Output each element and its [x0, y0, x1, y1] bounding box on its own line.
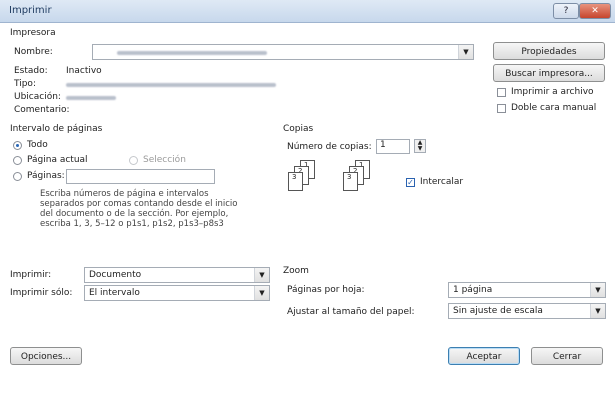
- chevron-down-icon: ▼: [458, 45, 473, 59]
- pages-help-line: Escriba números de página e intervalos: [40, 189, 209, 199]
- cancel-button[interactable]: Cerrar: [531, 347, 603, 365]
- scale-label: Ajustar al tamaño del papel:: [287, 307, 415, 317]
- pages-per-sheet-value: 1 página: [453, 285, 493, 295]
- status-label: Estado:: [14, 66, 48, 76]
- manual-duplex-checkbox[interactable]: [497, 104, 506, 113]
- type-value-redacted: [66, 83, 276, 87]
- range-selection-label: Selección: [143, 155, 186, 165]
- print-what-select[interactable]: Documento ▼: [84, 267, 270, 283]
- collate-checkbox[interactable]: ✓: [406, 178, 415, 187]
- printer-name-label: Nombre:: [14, 47, 53, 57]
- properties-button[interactable]: Propiedades: [493, 42, 605, 60]
- printer-section-label: Impresora: [10, 28, 56, 38]
- manual-duplex-label: Doble cara manual: [511, 103, 597, 113]
- chevron-down-icon: ▼: [254, 268, 269, 282]
- print-only-select[interactable]: El intervalo ▼: [84, 285, 270, 301]
- print-only-value: El intervalo: [89, 288, 140, 298]
- print-dialog: Imprimir ? ✕ Impresora Nombre: 🖶 ▼ Propi…: [0, 0, 615, 401]
- page-icon: 3: [288, 172, 303, 191]
- page-range-section-label: Intervalo de páginas: [10, 124, 103, 134]
- zoom-section-label: Zoom: [283, 266, 309, 276]
- range-all-radio[interactable]: [13, 141, 22, 150]
- range-current-radio[interactable]: [13, 156, 22, 165]
- range-selection-radio[interactable]: [129, 156, 138, 165]
- pages-per-sheet-label: Páginas por hoja:: [287, 285, 365, 295]
- range-current-label: Página actual: [27, 155, 88, 165]
- range-all-label: Todo: [27, 140, 48, 150]
- help-button[interactable]: ?: [553, 3, 579, 19]
- pages-input[interactable]: [66, 169, 215, 184]
- copies-spinner[interactable]: ▲ ▼: [414, 139, 426, 153]
- range-pages-label: Páginas:: [27, 171, 65, 181]
- chevron-down-icon: ▼: [590, 283, 605, 297]
- location-value-redacted: [66, 96, 116, 100]
- pages-per-sheet-select[interactable]: 1 página ▼: [448, 282, 606, 298]
- print-only-label: Imprimir sólo:: [10, 288, 73, 298]
- page-icon: 3: [343, 172, 358, 191]
- options-button[interactable]: Opciones...: [10, 347, 82, 365]
- find-printer-button[interactable]: Buscar impresora...: [493, 64, 605, 82]
- ok-button[interactable]: Aceptar: [448, 347, 520, 365]
- pages-help-line: escriba 1, 3, 5–12 o p1s1, p1s2, p1s3–p8…: [40, 219, 224, 229]
- printer-name-redacted: [117, 51, 267, 55]
- print-what-value: Documento: [89, 270, 142, 280]
- collate-label: Intercalar: [420, 177, 464, 187]
- scale-value: Sin ajuste de escala: [453, 306, 543, 316]
- location-label: Ubicación:: [14, 92, 61, 102]
- close-button[interactable]: ✕: [579, 3, 611, 19]
- status-value: Inactivo: [66, 66, 102, 76]
- copies-count-input[interactable]: 1: [376, 139, 410, 154]
- chevron-down-icon: ▼: [254, 286, 269, 300]
- copies-count-label: Número de copias:: [287, 142, 372, 152]
- pages-help-text: Escriba números de página e intervalos s…: [40, 189, 237, 229]
- window-title: Imprimir: [9, 5, 52, 16]
- printer-name-select[interactable]: ▼: [92, 44, 474, 60]
- print-what-label: Imprimir:: [10, 270, 52, 280]
- print-to-file-checkbox[interactable]: [497, 88, 506, 97]
- pages-help-line: del documento o de la sección. Por ejemp…: [40, 209, 229, 219]
- copies-section-label: Copias: [283, 124, 314, 134]
- print-to-file-label: Imprimir a archivo: [511, 87, 594, 97]
- chevron-down-icon: ▼: [590, 304, 605, 318]
- range-pages-radio[interactable]: [13, 172, 22, 181]
- title-bar[interactable]: Imprimir ? ✕: [0, 0, 615, 23]
- type-label: Tipo:: [14, 79, 36, 89]
- pages-help-line: separados por comas contando desde el in…: [40, 199, 238, 209]
- scale-select[interactable]: Sin ajuste de escala ▼: [448, 303, 606, 319]
- comment-label: Comentario:: [14, 105, 70, 115]
